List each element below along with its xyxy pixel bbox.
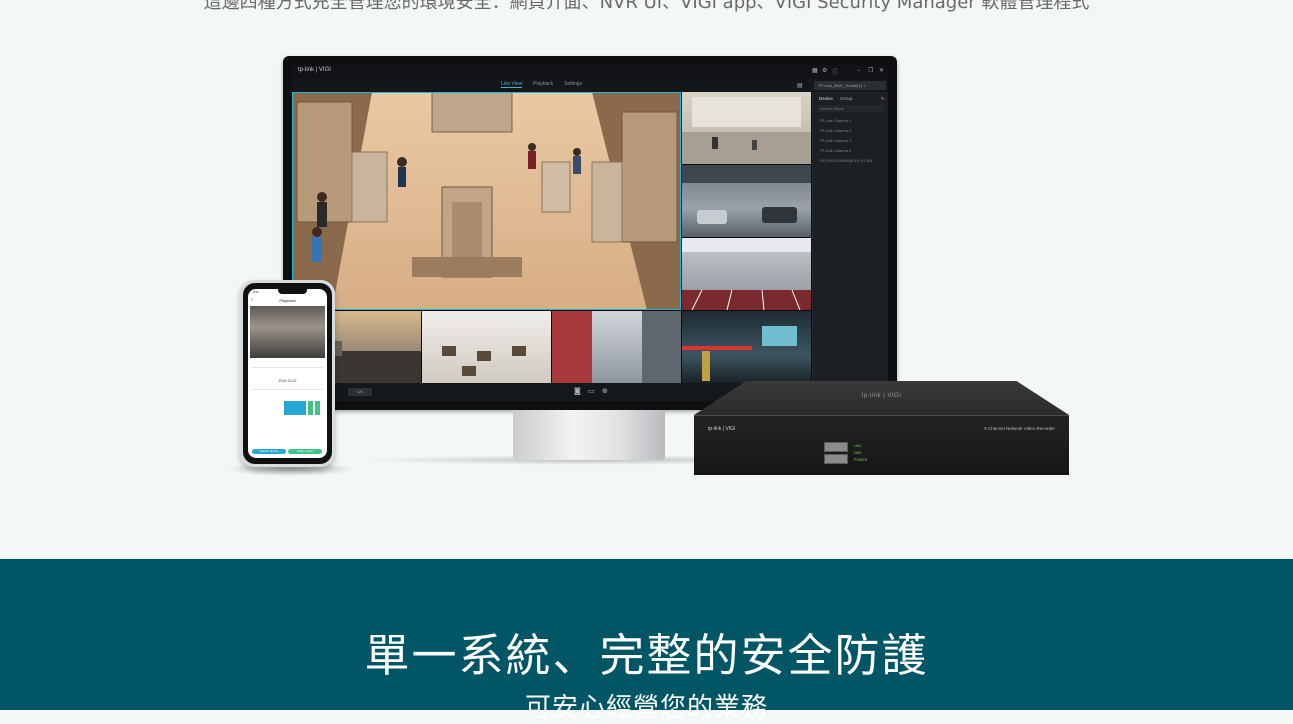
device-list: TP-Link Camera 1 TP-Link Camera 2 TP-Lin… [819, 116, 886, 166]
section-title: 單一系統、完整的安全防護 [364, 629, 929, 682]
phone-notch [278, 289, 307, 294]
nvr-logo: tp-link | VIGI [708, 426, 736, 432]
share-video-button[interactable]: Share video [288, 449, 322, 454]
gate-camera-image [682, 326, 797, 381]
hall-camera-image [682, 97, 811, 164]
minimize-icon[interactable]: – [857, 67, 860, 74]
phone: 9:41 Playback ‹ 2019-10-22 Search device… [240, 280, 335, 467]
panel-tab-device[interactable]: Device [819, 96, 833, 101]
museum-camera-image [292, 92, 681, 310]
nvr-top: tp-link | VIGI [694, 381, 1069, 415]
restore-icon[interactable]: ❐ [868, 67, 873, 74]
phone-bezel: 9:41 Playback ‹ 2019-10-22 Search device… [243, 283, 332, 464]
info-icon[interactable]: ⓘ [832, 67, 838, 76]
garage-camera-image [682, 165, 811, 224]
device-item[interactable]: TP-Link Camera 2 [819, 126, 886, 136]
device-item[interactable]: VIGI NVR1008H(8CH) 1/2 8/8 [819, 156, 886, 166]
site-select[interactable]: TP-Link_5521_Tunnel(1) ˅ [814, 81, 886, 90]
page-indicator[interactable]: 1/4 [348, 388, 372, 396]
timeline-bars[interactable] [284, 401, 324, 415]
device-item[interactable]: TP-Link Camera 3 [819, 136, 886, 146]
folder-icon[interactable]: ▤ [797, 82, 803, 89]
vms-screen: tp-link | VIGI ▦ ⚙ ⓘ – ❐ ✕ Live View Pla… [292, 65, 888, 401]
app-tabs: Live View Playback Settings ▤ [292, 79, 888, 92]
tab-live-view[interactable]: Live View [501, 81, 523, 88]
led-hdd: HDD [854, 451, 862, 455]
record-icon[interactable]: ▭ [588, 387, 595, 395]
back-icon[interactable]: ‹ [251, 297, 253, 303]
timeline-bar [284, 401, 306, 415]
nvr-model: 8 Channel Network Video Recorder [984, 426, 1055, 431]
app-titlebar: tp-link | VIGI ▦ ⚙ ⓘ – ❐ ✕ [292, 65, 888, 79]
search-device-button[interactable]: Search device [252, 449, 286, 454]
monitor: tp-link | VIGI ▦ ⚙ ⓘ – ❐ ✕ Live View Pla… [283, 56, 897, 410]
camera-view-7[interactable] [552, 311, 681, 383]
device-item[interactable]: TP-Link Camera 4 [819, 146, 886, 156]
refresh-icon[interactable]: ↻ [881, 96, 885, 102]
phone-date[interactable]: 2019-10-22 [248, 379, 327, 383]
camera-view-4[interactable] [682, 238, 811, 310]
nvr-front: tp-link | VIGI 8 Channel Network Video R… [694, 415, 1069, 475]
device-search-input[interactable]: Device Name [817, 105, 884, 112]
divider [252, 389, 323, 390]
camera-view-8[interactable] [682, 311, 811, 383]
led-power: POWER [854, 458, 868, 462]
panel-tab-group[interactable]: Group [840, 96, 853, 101]
camera-view-2[interactable] [682, 92, 811, 164]
section-subtitle: 可安心經營您的業務 [524, 693, 768, 723]
app-logo: tp-link | VIGI [298, 67, 331, 73]
phone-screen: 9:41 Playback ‹ 2019-10-22 Search device… [248, 289, 327, 458]
timeline-bar [315, 401, 320, 415]
close-icon[interactable]: ✕ [879, 67, 884, 74]
led-lan: LAN [854, 444, 861, 448]
tab-playback[interactable]: Playback [533, 81, 553, 87]
feature-section: 單一系統、完整的安全防護 可安心經營您的業務 [0, 559, 1293, 723]
device-item[interactable]: TP-Link Camera 1 [819, 116, 886, 126]
divider [252, 367, 323, 368]
zoom-icon[interactable]: ⊕ [602, 387, 608, 395]
monitor-stand [513, 410, 665, 460]
phone-video[interactable] [250, 306, 325, 358]
camera-view-3[interactable] [682, 165, 811, 237]
device-panel: Device Group ↻ Device Name TP-Link Camer… [812, 92, 888, 401]
street-camera-image [552, 311, 681, 383]
parking-camera-image [682, 238, 811, 310]
tab-settings[interactable]: Settings [564, 81, 582, 87]
gear-icon[interactable]: ⚙ [822, 67, 827, 74]
camera-icon[interactable]: ◙ [574, 387, 581, 395]
phone-time: 9:41 [253, 290, 259, 294]
usb-port-icon [824, 454, 848, 464]
gallery-camera-image [442, 346, 526, 376]
grid-icon[interactable]: ▦ [812, 67, 818, 74]
phone-title: Playback [279, 298, 296, 303]
camera-view-main[interactable] [292, 92, 681, 310]
camera-view-6[interactable] [422, 311, 551, 383]
intro-text: 這邊四種方式充全管理您的環境安全：網頁介面、NVR UI、VIGI app、VI… [203, 0, 1090, 13]
camera-grid [292, 92, 812, 383]
timeline-bar [308, 401, 313, 415]
usb-port-icon [824, 442, 848, 452]
nvr-top-logo: tp-link | VIGI [861, 393, 902, 399]
